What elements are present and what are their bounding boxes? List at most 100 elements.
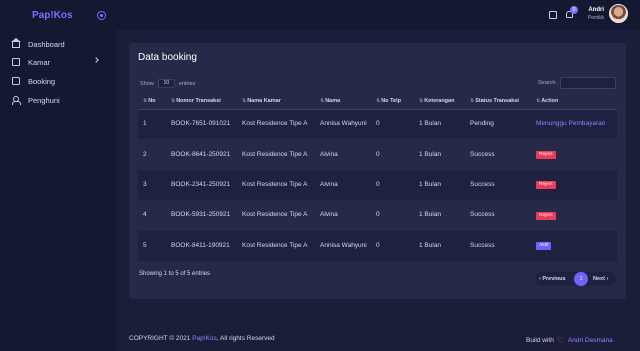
- square-icon: [12, 58, 20, 66]
- users-icon: [12, 96, 21, 105]
- entries-info: Showing 1 to 5 of 5 entries: [139, 271, 211, 277]
- sidebar-item-dashboard[interactable]: Dashboard: [11, 37, 108, 51]
- waiting-payment-link[interactable]: Menunggu Pembayaran: [536, 120, 605, 127]
- entries-length-control: Show 10 entries: [140, 79, 195, 88]
- cell-keterangan: 1 Bulan: [414, 200, 465, 231]
- cell-action: Aktif: [531, 230, 617, 261]
- top-bar: Pap!Kos 0 Andri Pemilik: [0, 0, 640, 30]
- entries-select[interactable]: 10: [157, 79, 175, 88]
- heart-icon: ♡: [556, 335, 565, 345]
- cell-nama: Annisa Wahyuni: [315, 109, 371, 140]
- table-row: 3 BOOK-2341-250921 Kost Residence Tipe A…: [138, 169, 617, 201]
- cell-keterangan: 1 Bulan: [414, 169, 465, 201]
- next-page-button[interactable]: Next ›: [593, 276, 608, 282]
- sidebar-toggle-icon[interactable]: [97, 11, 106, 20]
- cell-status: Success: [465, 230, 531, 261]
- column-header-keterangan[interactable]: ⇅Keterangan: [414, 94, 465, 110]
- column-header-nomor-transaksi[interactable]: ⇅Nomor Transaksi: [166, 94, 237, 110]
- sidebar: Dashboard Kamar Booking Penghuni: [0, 30, 116, 351]
- cell-action: Reject: [531, 139, 617, 170]
- cell-no: 2: [138, 139, 166, 170]
- cell-nama: Annisa Wahyuni: [315, 230, 371, 261]
- footer-credit: Build with ♡ Andri Desmana: [526, 335, 613, 346]
- cell-keterangan: 1 Bulan: [414, 109, 465, 140]
- cell-no-telp: 0: [371, 139, 414, 170]
- cell-no: 4: [138, 200, 166, 231]
- author-link[interactable]: Andri Desmana: [568, 337, 613, 344]
- user-role: Pemilik: [587, 15, 604, 21]
- booking-table: ⇅No ⇅Nomor Transaksi ⇅Nama Kamar ⇅Nama ⇅…: [138, 94, 617, 261]
- cell-action: Reject: [531, 200, 617, 231]
- chevron-right-icon: [93, 57, 99, 63]
- table-row: 2 BOOK-8641-250921 Kost Residence Tipe A…: [138, 139, 617, 170]
- column-header-no-telp[interactable]: ⇅No Telp: [371, 94, 414, 110]
- copyright-prefix: COPYRIGHT © 2021: [129, 335, 191, 342]
- search-input[interactable]: [560, 77, 616, 89]
- cell-no-telp: 0: [371, 169, 414, 201]
- copyright-suffix: , All rights Reserved: [216, 335, 275, 342]
- sidebar-item-booking[interactable]: Booking: [12, 74, 108, 88]
- column-header-nama-kamar[interactable]: ⇅Nama Kamar: [237, 94, 315, 110]
- cell-action: Reject: [531, 169, 617, 201]
- table-row: 4 BOOK-5931-250921 Kost Residence Tipe A…: [138, 200, 617, 231]
- pagination: ‹ Previous 1 Next ›: [535, 272, 616, 286]
- column-header-status-transaksi[interactable]: ⇅Status Transaksi: [465, 94, 531, 110]
- table-row: 5 BOOK-8411-190921 Kost Residence Tipe A…: [138, 230, 617, 261]
- notification-badge: 0: [570, 6, 578, 14]
- cell-nomor-transaksi: BOOK-5931-250921: [166, 200, 237, 231]
- cell-nama: Alvina: [315, 139, 371, 170]
- previous-page-button[interactable]: ‹ Previous: [539, 276, 566, 282]
- footer-copyright: COPYRIGHT © 2021 Pap!Kos, All rights Res…: [129, 335, 275, 342]
- cell-nama-kamar: Kost Residence Tipe A: [237, 169, 315, 201]
- cell-action: Menunggu Pembayaran: [531, 109, 617, 140]
- cell-nama-kamar: Kost Residence Tipe A: [237, 230, 315, 261]
- cell-nama: Alvina: [315, 200, 371, 231]
- cell-no: 3: [138, 169, 166, 201]
- fullscreen-icon[interactable]: [549, 11, 557, 19]
- built-with-label: Build with: [526, 337, 554, 344]
- sidebar-item-label: Dashboard: [28, 39, 65, 49]
- sidebar-item-kamar[interactable]: Kamar: [12, 55, 108, 69]
- brand-logo[interactable]: Pap!Kos: [32, 10, 73, 21]
- avatar[interactable]: [609, 4, 628, 23]
- home-icon: [11, 38, 21, 48]
- show-label: Show: [140, 80, 154, 87]
- cell-nomor-transaksi: BOOK-7651-091021: [166, 109, 237, 140]
- page-title: Data booking: [138, 52, 197, 63]
- reject-button[interactable]: Reject: [536, 211, 556, 220]
- entries-label: entries: [178, 80, 196, 87]
- cell-no: 5: [138, 230, 166, 261]
- table-header-row: ⇅No ⇅Nomor Transaksi ⇅Nama Kamar ⇅Nama ⇅…: [138, 94, 617, 110]
- page-1-button[interactable]: 1: [574, 272, 588, 286]
- user-name[interactable]: Andri: [582, 7, 604, 13]
- table-row: 1 BOOK-7651-091021 Kost Residence Tipe A…: [138, 109, 617, 140]
- column-header-no[interactable]: ⇅No: [138, 94, 166, 110]
- cell-no-telp: 0: [371, 109, 414, 140]
- cell-nomor-transaksi: BOOK-8641-250921: [166, 139, 237, 170]
- cell-no-telp: 0: [371, 200, 414, 231]
- book-icon: [12, 77, 20, 85]
- cell-no: 1: [138, 109, 166, 140]
- cell-nama-kamar: Kost Residence Tipe A: [237, 109, 315, 140]
- cell-nomor-transaksi: BOOK-2341-250921: [166, 169, 237, 201]
- column-header-nama[interactable]: ⇅Nama: [315, 94, 371, 110]
- sidebar-item-penghuni[interactable]: Penghuni: [12, 93, 108, 107]
- cell-status: Success: [465, 200, 531, 231]
- reject-button[interactable]: Reject: [536, 181, 556, 190]
- cell-keterangan: 1 Bulan: [414, 139, 465, 170]
- cell-no-telp: 0: [371, 230, 414, 261]
- sidebar-item-label: Kamar: [28, 57, 51, 67]
- reject-button[interactable]: Reject: [536, 151, 556, 160]
- footer-brand-link[interactable]: Pap!Kos: [192, 335, 217, 342]
- cell-nama-kamar: Kost Residence Tipe A: [237, 200, 315, 231]
- cell-status: Success: [465, 139, 531, 170]
- aktif-button[interactable]: Aktif: [536, 242, 552, 251]
- cell-nama: Alvina: [315, 169, 371, 201]
- cell-status: Pending: [465, 109, 531, 140]
- sidebar-item-label: Booking: [28, 76, 56, 86]
- cell-nomor-transaksi: BOOK-8411-190921: [166, 230, 237, 261]
- cell-status: Success: [465, 169, 531, 201]
- cell-keterangan: 1 Bulan: [414, 230, 465, 261]
- sidebar-item-label: Penghuni: [28, 95, 60, 105]
- column-header-action[interactable]: ⇅Action: [531, 94, 617, 110]
